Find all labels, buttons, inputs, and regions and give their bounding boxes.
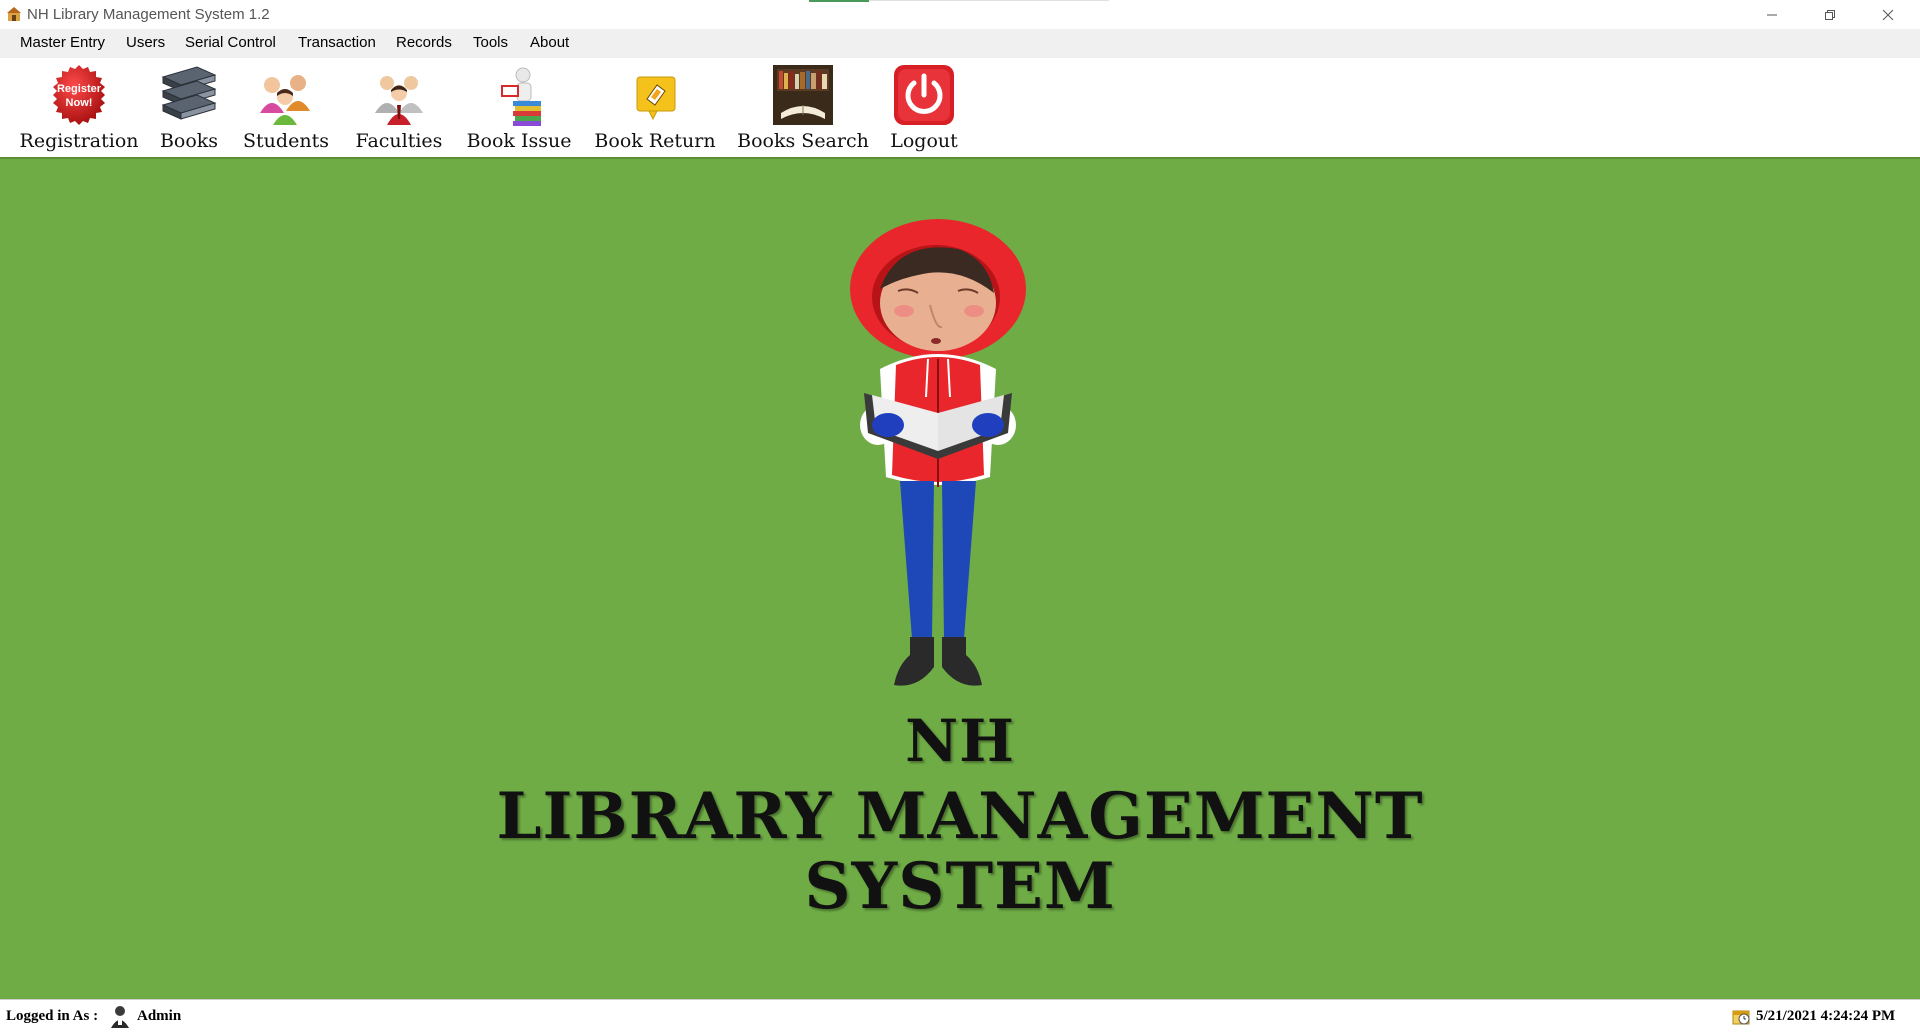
restore-icon: [1825, 9, 1835, 20]
toolbar: Register Now! Registration Books Student…: [0, 58, 1920, 157]
menu-transaction[interactable]: Transaction: [298, 34, 376, 51]
status-datetime: 5/21/2021 4:24:24 PM: [1756, 1008, 1896, 1024]
menu-about[interactable]: About: [530, 34, 569, 51]
books-search-icon: [770, 62, 836, 128]
register-now-icon: Register Now!: [46, 62, 112, 128]
close-icon: [1882, 9, 1894, 20]
students-label: Students: [243, 130, 329, 152]
books-search-button[interactable]: Books Search: [737, 62, 869, 152]
menu-users[interactable]: Users: [126, 34, 165, 51]
status-bar: Logged in As : Admin 5/21/2021 4:24:24 P…: [0, 999, 1920, 1032]
brand-title-line3: SYSTEM: [804, 849, 1116, 924]
menu-master-entry[interactable]: Master Entry: [20, 34, 105, 51]
faculties-button[interactable]: Faculties: [353, 62, 445, 152]
restore-button[interactable]: [1801, 0, 1859, 29]
brand-title-line2: LIBRARY MANAGEMENT: [496, 779, 1424, 854]
students-button[interactable]: Students: [242, 62, 330, 152]
faculties-label: Faculties: [355, 130, 443, 152]
menu-records[interactable]: Records: [396, 34, 452, 51]
book-issue-button[interactable]: Book Issue: [466, 62, 572, 152]
register-badge-line1: Register: [57, 83, 102, 95]
books-button[interactable]: Books: [156, 62, 222, 152]
app-icon: [6, 6, 22, 22]
window-title: NH Library Management System 1.2: [27, 6, 270, 23]
calendar-clock-icon: [1731, 1006, 1751, 1026]
main-panel: NH LIBRARY MANAGEMENT SYSTEM: [0, 157, 1920, 999]
title-divider-line: [869, 0, 1109, 1]
logged-in-user: Admin: [137, 1008, 182, 1024]
menu-tools[interactable]: Tools: [473, 34, 508, 51]
book-issue-label: Book Issue: [466, 130, 572, 152]
power-icon: [891, 62, 957, 128]
user-icon: [110, 1004, 130, 1028]
reading-kid-illustration: [838, 219, 1038, 719]
title-bar: NH Library Management System 1.2: [0, 0, 1920, 29]
logout-button[interactable]: Logout: [888, 62, 960, 152]
minimize-icon: [1767, 14, 1777, 15]
title-accent-line: [809, 0, 869, 2]
logged-in-label: Logged in As :: [6, 1008, 99, 1024]
menu-serial-control[interactable]: Serial Control: [185, 34, 276, 51]
students-icon: [253, 62, 319, 128]
book-return-icon: [622, 62, 688, 128]
brand-title-line1: NH: [905, 707, 1015, 775]
close-button[interactable]: [1859, 0, 1917, 29]
minimize-button[interactable]: [1743, 0, 1801, 29]
registration-button[interactable]: Register Now! Registration: [19, 62, 139, 152]
book-issue-icon: [486, 62, 552, 128]
faculties-icon: [366, 62, 432, 128]
book-return-label: Book Return: [594, 130, 716, 152]
registration-label: Registration: [19, 130, 139, 152]
menu-bar: Master Entry Users Serial Control Transa…: [0, 29, 1920, 58]
books-label: Books: [159, 130, 219, 152]
book-return-button[interactable]: Book Return: [594, 62, 716, 152]
books-stack-icon: [156, 62, 222, 128]
register-badge-line2: Now!: [66, 97, 93, 109]
logout-label: Logout: [890, 130, 958, 152]
books-search-label: Books Search: [737, 130, 869, 152]
